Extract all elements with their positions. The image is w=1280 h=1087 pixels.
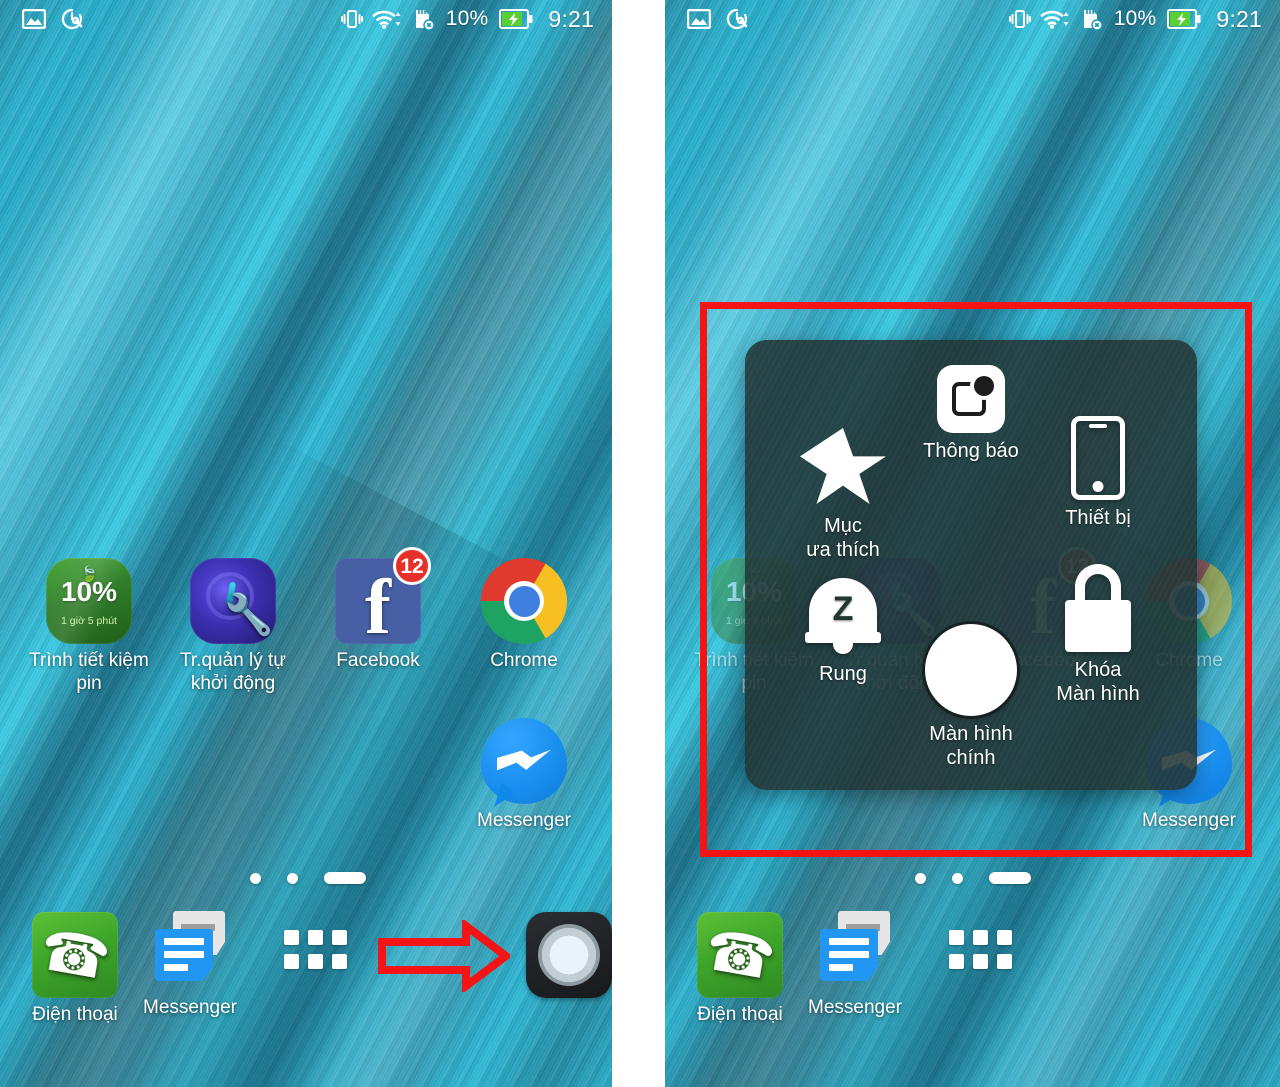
app-label: Facebook — [336, 650, 420, 671]
app-battery-saver-left[interactable]: 🍃 10% 1 giờ 5 phút Trình tiết kiệm pin — [14, 558, 164, 695]
app-auto-start-manager-left[interactable]: 🔧 Tr.quản lý tự khởi động — [158, 558, 308, 695]
assistive-touch-icon — [526, 912, 612, 998]
app-facebook-left[interactable]: f 12 Facebook — [303, 547, 453, 672]
image-icon — [687, 9, 711, 29]
chrome-icon — [481, 558, 567, 644]
auto-start-icon — [725, 7, 749, 31]
left-phone-screen: 10% 9:21 🍃 10% 1 giờ 5 phút Trình tiết k… — [0, 0, 612, 1087]
clock-left: 9:21 — [548, 5, 594, 32]
page-dot[interactable] — [287, 872, 298, 884]
battery-percent-left: 10% — [445, 7, 489, 30]
status-bar-right: 10% 9:21 — [665, 0, 1280, 38]
assistive-touch-button-left[interactable] — [526, 912, 612, 998]
vibrate-icon — [340, 8, 363, 30]
battery-percent-right: 10% — [1113, 7, 1157, 30]
battery-charging-icon — [1167, 9, 1201, 29]
auto-start-icon — [60, 7, 84, 31]
page-indicator-right — [915, 872, 1031, 884]
page-dot-active[interactable] — [989, 872, 1031, 884]
annotation-rectangle — [700, 302, 1252, 857]
app-drawer-icon[interactable] — [284, 930, 350, 978]
page-dot-active[interactable] — [324, 872, 366, 884]
app-chrome-left[interactable]: Chrome — [449, 558, 599, 672]
clock-right: 9:21 — [1216, 5, 1262, 32]
battery-saver-icon: 🍃 10% 1 giờ 5 phút — [46, 558, 132, 644]
vibrate-icon — [1008, 8, 1031, 30]
screenshot-stage: 10% 9:21 🍃 10% 1 giờ 5 phút Trình tiết k… — [0, 0, 1280, 1087]
status-bar-left: 10% 9:21 — [0, 0, 612, 38]
annotation-arrow — [378, 918, 513, 994]
app-label: Messenger — [477, 810, 571, 831]
dock-sms-right[interactable]: Messenger — [780, 905, 930, 1019]
page-dot[interactable] — [915, 872, 926, 884]
app-label: Messenger — [143, 997, 237, 1018]
sms-icon — [147, 905, 233, 991]
app-label: Chrome — [490, 650, 558, 671]
phone-icon: ☎ — [697, 912, 783, 998]
image-icon — [22, 9, 46, 29]
facebook-badge: 12 — [393, 547, 431, 585]
facebook-icon: f 12 — [335, 547, 431, 646]
dock-sms-left[interactable]: Messenger — [115, 905, 265, 1019]
sd-card-off-icon — [411, 7, 435, 31]
sms-icon — [812, 905, 898, 991]
home-grid-left: 🍃 10% 1 giờ 5 phút Trình tiết kiệm pin 🔧… — [0, 0, 612, 1087]
app-label: Trình tiết kiệm pin — [29, 650, 149, 694]
app-label: Tr.quản lý tự khởi động — [179, 650, 286, 694]
app-messenger-left[interactable]: Messenger — [449, 718, 599, 832]
phone-icon: ☎ — [32, 912, 118, 998]
page-dot[interactable] — [952, 872, 963, 884]
app-label: Messenger — [808, 997, 902, 1018]
wifi-icon — [1040, 8, 1070, 30]
messenger-icon — [481, 718, 567, 807]
battery-saver-subvalue: 1 giờ 5 phút — [61, 614, 117, 627]
page-indicator-left — [250, 872, 366, 884]
wifi-icon — [372, 8, 402, 30]
app-drawer-icon[interactable] — [949, 930, 1015, 978]
sd-card-off-icon — [1079, 7, 1103, 31]
page-dot[interactable] — [250, 872, 261, 884]
right-phone-screen: 10% 9:21 🍃 10% 1 giờ 5 phút Trình tiết k… — [665, 0, 1280, 1087]
auto-start-manager-icon: 🔧 — [190, 558, 276, 644]
battery-charging-icon — [499, 9, 533, 29]
